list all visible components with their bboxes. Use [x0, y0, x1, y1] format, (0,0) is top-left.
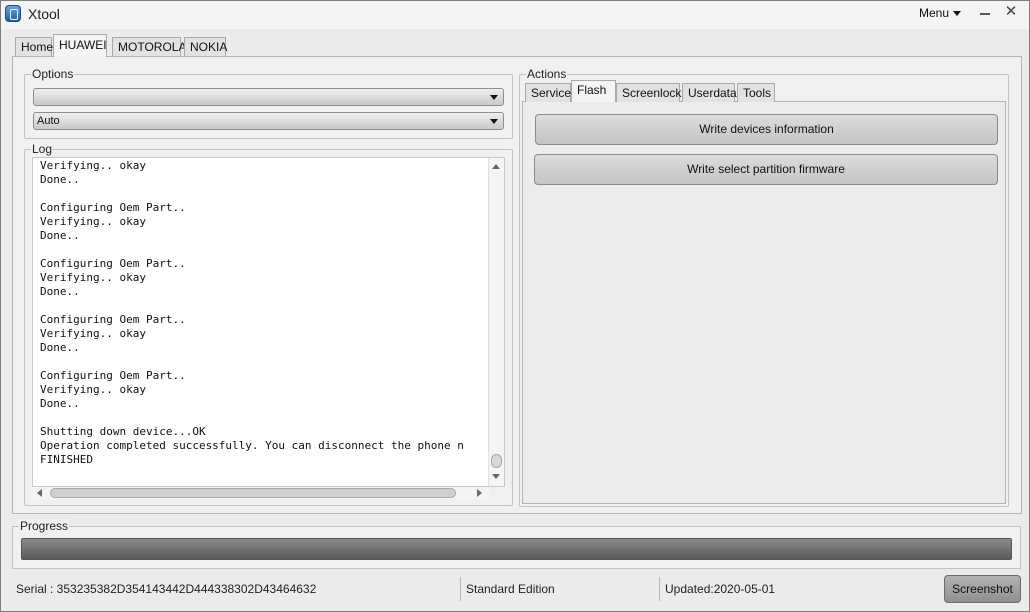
scroll-thumb[interactable] — [50, 488, 456, 498]
progress-fill — [22, 539, 1011, 559]
screenshot-button[interactable]: Screenshot — [944, 575, 1021, 603]
options-title: Options — [31, 67, 75, 81]
status-divider — [659, 577, 660, 601]
log-textarea[interactable]: Verifying.. okay Done.. Configuring Oem … — [32, 157, 505, 487]
log-horizontal-scrollbar[interactable] — [32, 487, 489, 499]
chevron-down-icon — [490, 95, 498, 100]
chevron-down-icon — [953, 11, 962, 17]
tab-huawei[interactable]: HUAWEI — [53, 34, 107, 57]
mode-combo[interactable]: Auto — [33, 112, 504, 130]
menu-button[interactable]: Menu — [919, 6, 962, 20]
log-vertical-scrollbar[interactable] — [488, 158, 504, 486]
tab-service[interactable]: Service — [525, 83, 571, 102]
progress-title: Progress — [19, 519, 70, 533]
updated-text: Updated:2020-05-01 — [665, 582, 776, 596]
tab-screenlock[interactable]: Screenlock — [616, 83, 681, 102]
progress-bar — [21, 538, 1012, 560]
tab-nokia[interactable]: NOKIA — [184, 37, 227, 57]
scroll-left-icon[interactable] — [37, 489, 42, 497]
log-text: Verifying.. okay Done.. Configuring Oem … — [40, 159, 464, 466]
window-title: Xtool — [28, 6, 60, 22]
log-title: Log — [31, 142, 54, 156]
status-divider — [460, 577, 461, 601]
mode-combo-value: Auto — [37, 115, 60, 127]
scroll-up-icon[interactable] — [492, 164, 500, 169]
app-logo-icon — [5, 5, 21, 22]
menu-label: Menu — [919, 6, 950, 20]
close-icon: ✕ — [1004, 3, 1018, 20]
tab-home[interactable]: Home — [15, 37, 53, 57]
device-combo[interactable] — [33, 88, 504, 106]
app-window: Xtool Menu ✕ Home HUAWEI MOTOROLA NOKIA … — [0, 0, 1030, 612]
tab-tools[interactable]: Tools — [737, 83, 775, 102]
write-select-partition-firmware-button[interactable]: Write select partition firmware — [534, 154, 998, 185]
edition-text: Standard Edition — [466, 582, 555, 596]
chevron-down-icon — [490, 119, 498, 124]
tab-motorola[interactable]: MOTOROLA — [112, 37, 186, 57]
write-devices-information-button[interactable]: Write devices information — [535, 114, 998, 145]
title-bar: Xtool Menu ✕ — [1, 1, 1029, 29]
tab-flash[interactable]: Flash — [571, 80, 616, 102]
tab-userdata[interactable]: Userdata — [682, 83, 737, 102]
scroll-down-icon[interactable] — [492, 474, 500, 479]
minimize-icon — [980, 12, 990, 15]
minimize-button[interactable] — [975, 4, 995, 22]
scroll-thumb[interactable] — [491, 454, 502, 468]
close-button[interactable]: ✕ — [1001, 4, 1021, 22]
scroll-right-icon[interactable] — [477, 489, 482, 497]
serial-text: Serial : 353235382D354143442D444338302D4… — [16, 582, 317, 596]
actions-title: Actions — [526, 67, 568, 81]
actions-tab-panel: Write devices information Write select p… — [522, 101, 1006, 504]
status-bar: Serial : 353235382D354143442D444338302D4… — [10, 575, 1022, 603]
